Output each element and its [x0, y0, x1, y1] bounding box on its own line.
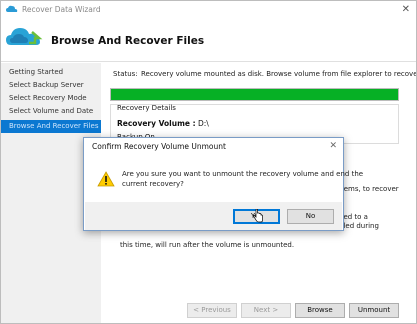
title-bar: Recover Data Wizard ✕: [1, 1, 416, 21]
step-select-volume-and-date[interactable]: Select Volume and Date: [1, 105, 101, 118]
instruction-fragment: items, to recover: [339, 185, 399, 193]
step-select-recovery-mode[interactable]: Select Recovery Mode: [1, 92, 101, 105]
step-browse-and-recover-files[interactable]: Browse And Recover Files: [1, 120, 101, 133]
no-button[interactable]: No: [287, 209, 334, 224]
wizard-header: Browse And Recover Files: [1, 21, 416, 62]
recovery-details-title: Recovery Details: [117, 104, 176, 112]
recovery-cloud-logo-icon: [6, 28, 43, 45]
backup-cloud-icon: [6, 5, 18, 12]
dialog-title: Confirm Recovery Volume Unmount: [92, 142, 226, 151]
dialog-button-area: Yes No: [85, 202, 342, 230]
status-label: Status:: [113, 70, 138, 78]
recovery-volume-label: Recovery Volume :: [117, 119, 196, 128]
unmount-button[interactable]: Unmount: [349, 303, 399, 318]
status-text: Recovery volume mounted as disk. Browse …: [141, 70, 417, 78]
browse-button[interactable]: Browse: [295, 303, 345, 318]
previous-button[interactable]: < Previous: [187, 303, 237, 318]
window-close-icon[interactable]: ✕: [402, 4, 410, 15]
mount-progress-bar: [110, 88, 399, 101]
instruction-fragment: this time, will run after the volume is …: [120, 241, 295, 249]
dialog-close-icon[interactable]: ✕: [329, 141, 337, 151]
step-getting-started[interactable]: Getting Started: [1, 66, 101, 79]
next-button[interactable]: Next >: [241, 303, 291, 318]
warning-icon: [97, 171, 115, 187]
confirm-unmount-dialog: Confirm Recovery Volume Unmount ✕ Are yo…: [83, 137, 363, 231]
recover-data-wizard-window: Recover Data Wizard ✕ Browse And Recover…: [0, 0, 417, 324]
mouse-cursor-icon: [253, 209, 263, 223]
recovery-volume-value: D:\: [198, 119, 209, 128]
instruction-fragment: uled during: [339, 222, 379, 230]
progress-fill: [111, 89, 398, 100]
step-select-backup-server[interactable]: Select Backup Server: [1, 79, 101, 92]
page-heading: Browse And Recover Files: [51, 35, 205, 47]
dialog-message-line-1: Are you sure you want to unmount the rec…: [122, 170, 364, 178]
window-title: Recover Data Wizard: [22, 5, 101, 14]
dialog-message-line-2: current recovery?: [122, 180, 184, 188]
